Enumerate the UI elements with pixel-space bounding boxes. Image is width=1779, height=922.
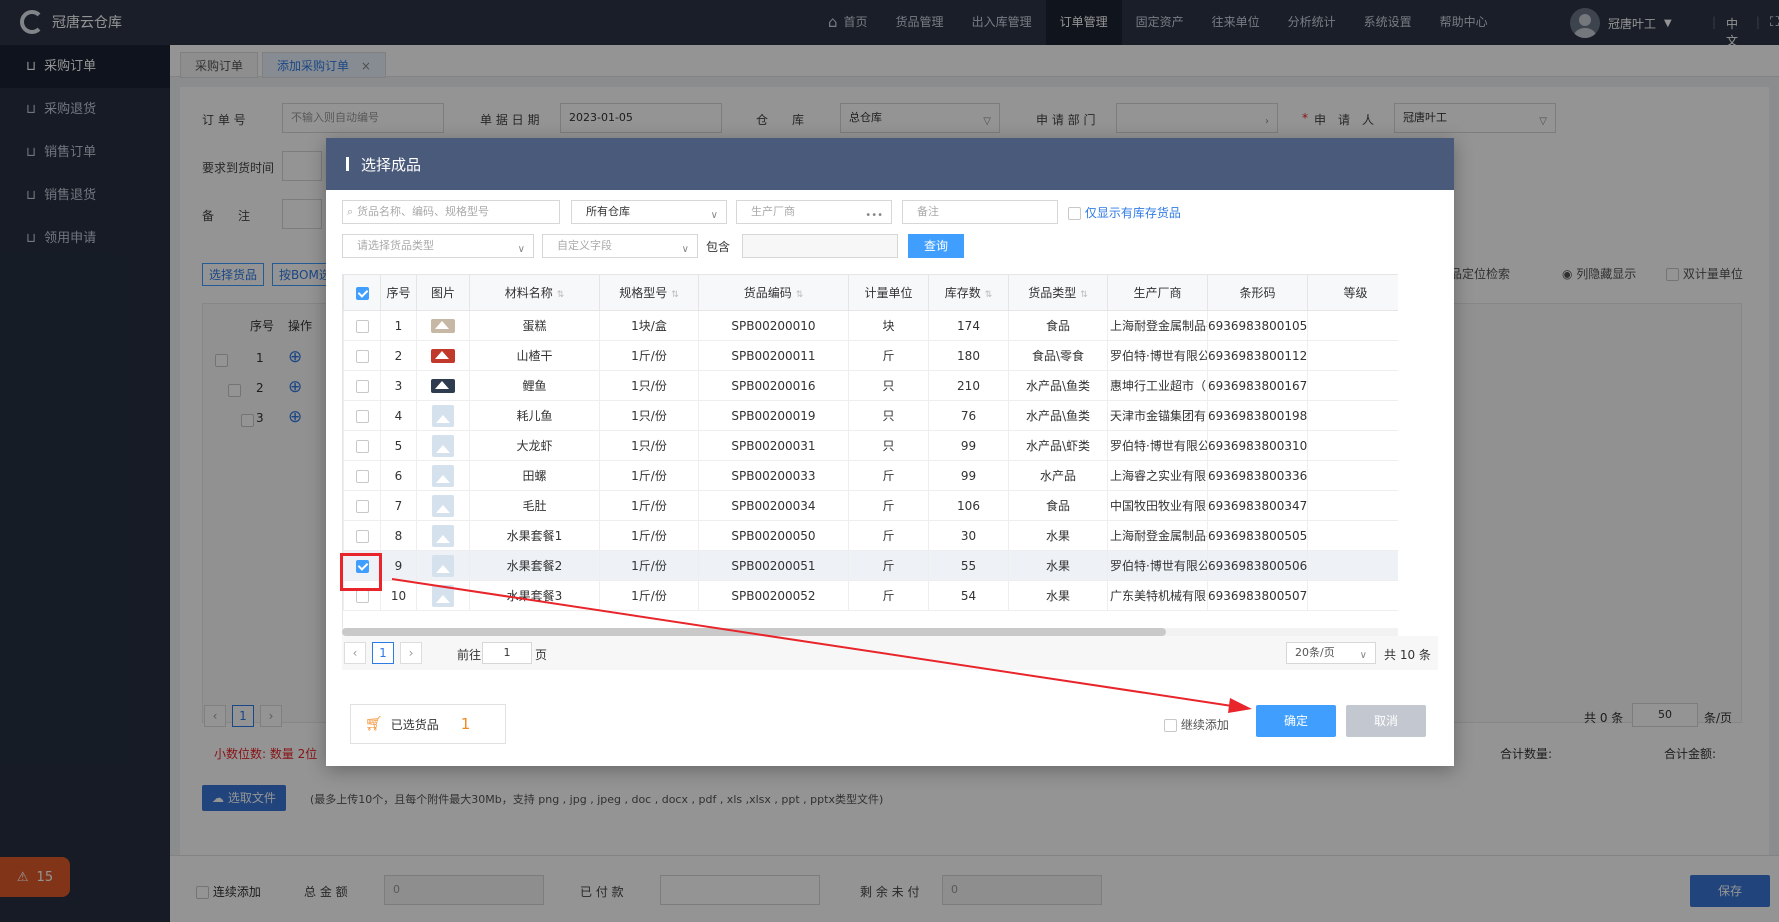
annotation-arrow: [391, 578, 1252, 713]
arrow-head: [1228, 698, 1252, 713]
arrow-line: [391, 578, 1233, 707]
